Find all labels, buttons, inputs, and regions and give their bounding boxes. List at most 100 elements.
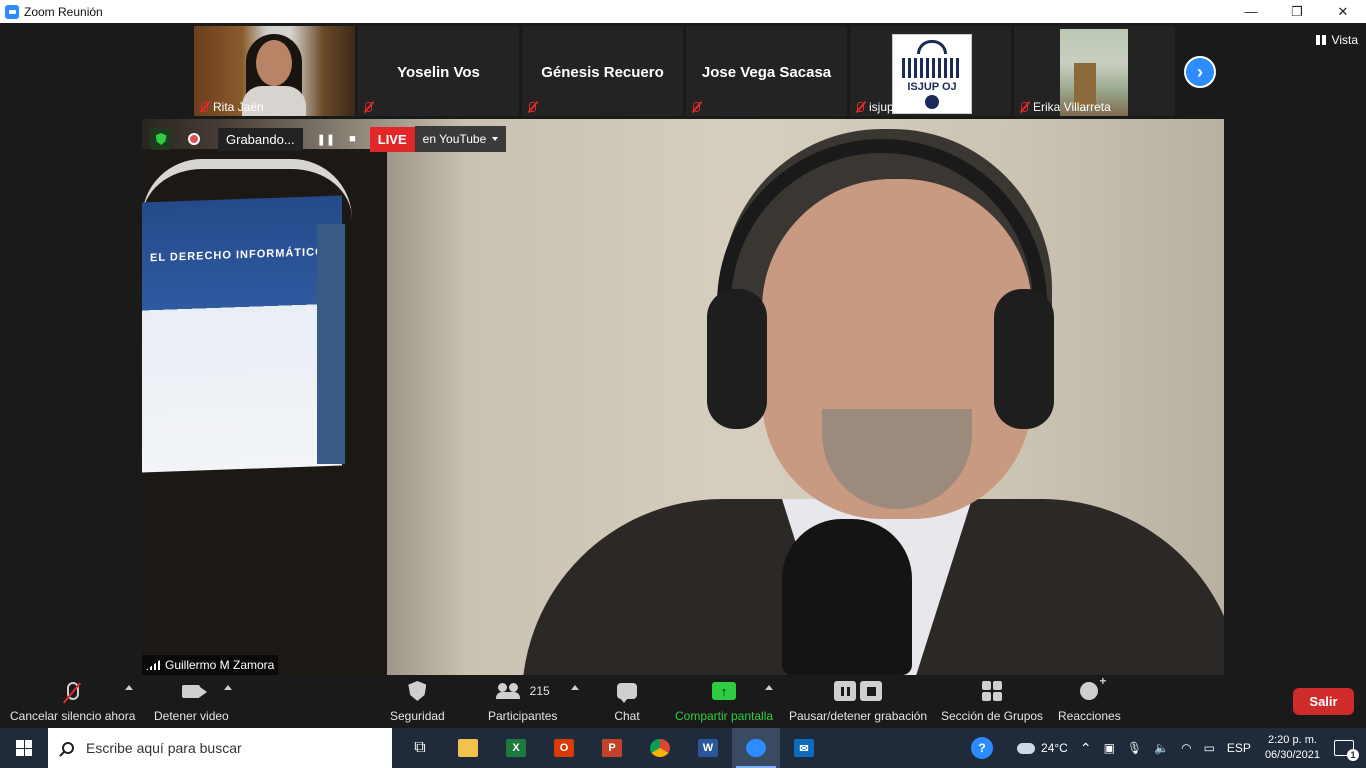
participant-name: isjup oj <box>869 100 907 114</box>
book-spine <box>317 224 345 464</box>
encryption-shield-icon[interactable] <box>150 128 172 150</box>
task-view-button[interactable]: ⧉ <box>396 728 444 768</box>
gallery-view-icon <box>1315 35 1327 45</box>
participant-tile-genesis[interactable]: Génesis Recuero <box>522 26 683 116</box>
podcast-microphone <box>782 519 912 675</box>
breakout-rooms-label: Sección de Grupos <box>941 709 1044 723</box>
stream-target-label: en YouTube <box>422 132 487 146</box>
mail-button[interactable]: ✉ <box>780 728 828 768</box>
audio-options-caret[interactable] <box>125 685 133 690</box>
book-title: EL DERECHO INFORMÁTICO <box>150 246 325 265</box>
windows-taskbar: Escribe aquí para buscar ⧉ X O P W ✉ ? 2… <box>0 728 1366 768</box>
powerpoint-button[interactable]: P <box>588 728 636 768</box>
volume-icon[interactable]: 🔈 <box>1154 741 1169 755</box>
powerpoint-icon: P <box>602 739 622 757</box>
mic-muted-icon <box>66 682 79 700</box>
office-button[interactable]: O <box>540 728 588 768</box>
zoom-taskbar-button[interactable] <box>732 728 780 768</box>
book: EL DERECHO INFORMÁTICO <box>142 195 342 473</box>
mic-muted-icon <box>362 101 374 113</box>
excel-button[interactable]: X <box>492 728 540 768</box>
shield-icon <box>408 681 427 701</box>
share-options-caret[interactable] <box>765 685 773 690</box>
participant-tile-isjup[interactable]: ISJUP OJ isjup oj <box>850 26 1011 116</box>
headphones-right <box>994 289 1054 429</box>
taskbar-clock[interactable]: 2:20 p. m. 06/30/2021 <box>1265 733 1320 763</box>
record-label: Pausar/detener grabación <box>789 709 928 723</box>
task-view-icon: ⧉ <box>414 739 426 756</box>
wifi-icon[interactable]: ◠ <box>1181 741 1191 755</box>
clock-date: 06/30/2021 <box>1264 749 1320 761</box>
live-badge: LIVE <box>369 126 415 152</box>
search-placeholder: Escribe aquí para buscar <box>86 740 242 756</box>
meeting-area: Rita Jaén Yoselin Vos Génesis Recuero Jo… <box>0 23 1366 675</box>
chrome-button[interactable] <box>636 728 684 768</box>
leave-button[interactable]: Salir <box>1293 688 1354 715</box>
stop-video-button[interactable]: Detener video <box>154 679 229 723</box>
unmute-button[interactable]: Cancelar silencio ahora <box>10 679 135 723</box>
system-tray: ? 24°C ⌃ ▣ 🎙 🔈 ◠ ▭ ESP 2:20 p. m. 06/30/… <box>965 728 1366 768</box>
gallery-strip: Rita Jaén Yoselin Vos Génesis Recuero Jo… <box>194 26 1175 116</box>
share-screen-button[interactable]: ↑ Compartir pantalla <box>675 679 773 723</box>
chat-button[interactable]: Chat <box>614 679 640 723</box>
mic-muted-icon <box>854 101 866 113</box>
recording-bar: Grabando... ❚❚ ■ LIVE en YouTube <box>142 125 507 153</box>
security-button[interactable]: Seguridad <box>390 679 445 723</box>
breakout-rooms-button[interactable]: Sección de Grupos <box>941 679 1043 723</box>
pause-stop-recording-button[interactable]: Pausar/detener grabación <box>789 679 927 723</box>
start-button[interactable] <box>0 728 48 768</box>
stop-video-label: Detener video <box>154 709 229 723</box>
reactions-button[interactable]: Reacciones <box>1058 674 1121 723</box>
participants-count: 215 <box>529 684 550 698</box>
word-icon: W <box>698 739 718 757</box>
zoom-logo-icon <box>5 4 19 19</box>
pause-recording-button[interactable]: ❚❚ <box>317 133 335 146</box>
meeting-toolbar: Cancelar silencio ahora Detener video Se… <box>0 674 1366 728</box>
play-icon <box>925 94 939 109</box>
next-page-button[interactable]: › <box>1184 56 1216 88</box>
weather-temp: 24°C <box>1041 741 1068 755</box>
participants-button[interactable]: 215 Participantes <box>488 679 557 723</box>
camera-icon <box>182 684 201 698</box>
weather-widget[interactable]: 24°C <box>1017 741 1068 755</box>
language-indicator[interactable]: ESP <box>1227 741 1251 755</box>
word-button[interactable]: W <box>684 728 732 768</box>
participant-tile-erika[interactable]: Erika Villarreta <box>1014 26 1175 116</box>
view-button[interactable]: Vista <box>1315 33 1358 47</box>
stop-recording-button[interactable]: ■ <box>349 133 356 145</box>
mic-muted-icon <box>1018 101 1030 113</box>
notifications-count: 1 <box>1347 749 1359 761</box>
meet-now-icon[interactable]: ▣ <box>1104 741 1115 755</box>
minimize-button[interactable]: — <box>1228 0 1274 23</box>
tile-footer <box>358 98 378 116</box>
stop-icon <box>860 681 883 701</box>
participant-tile-yoselin[interactable]: Yoselin Vos <box>358 26 519 116</box>
headphones-left <box>707 289 767 429</box>
notifications-icon[interactable]: 1 <box>1334 740 1359 761</box>
maximize-button[interactable]: ❐ <box>1274 0 1320 23</box>
folder-icon <box>458 739 478 757</box>
chevron-up-icon[interactable]: ⌃ <box>1080 740 1092 757</box>
participants-options-caret[interactable] <box>571 685 579 690</box>
stream-target-dropdown[interactable]: en YouTube <box>414 126 507 152</box>
video-options-caret[interactable] <box>224 685 232 690</box>
taskbar-search[interactable]: Escribe aquí para buscar <box>48 728 392 768</box>
security-label: Seguridad <box>390 709 445 723</box>
tile-footer: isjup oj <box>850 98 910 116</box>
active-speaker-video: EL DERECHO INFORMÁTICO <box>142 119 1224 675</box>
mic-muted-icon <box>690 101 702 113</box>
view-label: Vista <box>1331 33 1358 47</box>
speaker-name: Guillermo M Zamora <box>165 658 275 672</box>
clock-time: 2:20 p. m. <box>1268 734 1317 746</box>
help-icon[interactable]: ? <box>971 737 994 759</box>
microphone-icon[interactable]: 🎙 <box>1127 741 1142 755</box>
close-button[interactable]: ✕ <box>1320 0 1366 23</box>
file-explorer-button[interactable] <box>444 728 492 768</box>
participant-name: Jose Vega Sacasa <box>701 64 832 81</box>
window-titlebar: Zoom Reunión — ❐ ✕ <box>0 0 1366 23</box>
reactions-icon <box>1080 674 1106 700</box>
battery-icon[interactable]: ▭ <box>1204 741 1215 755</box>
participant-tile-jose[interactable]: Jose Vega Sacasa <box>686 26 847 116</box>
participant-tile-rita[interactable]: Rita Jaén <box>194 26 355 116</box>
speaker-name-label: Guillermo M Zamora <box>142 655 279 675</box>
